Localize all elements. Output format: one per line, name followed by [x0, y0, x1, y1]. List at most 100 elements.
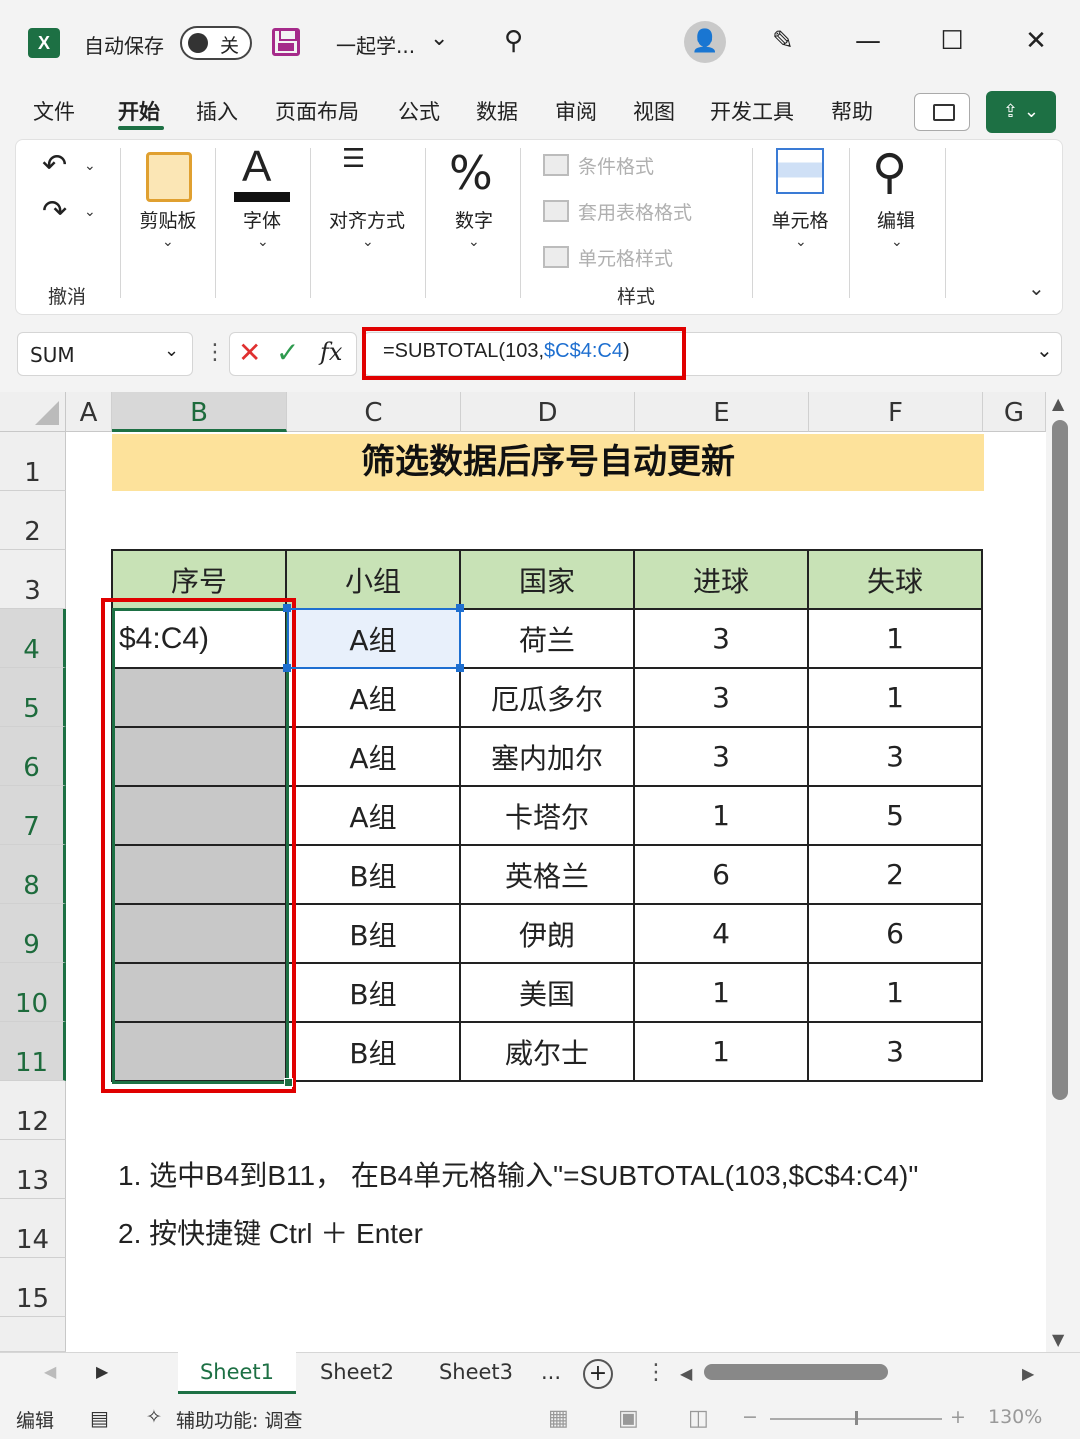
chevron-down-icon[interactable]: ⌄ — [257, 234, 269, 250]
table-cell[interactable]: 威尔士 — [459, 1021, 635, 1082]
conditional-format-button[interactable]: 条件格式 — [578, 152, 654, 179]
prev-sheet-icon[interactable]: ◀ — [44, 1362, 56, 1381]
row-header[interactable]: 7 — [0, 786, 66, 845]
table-cell[interactable]: B组 — [285, 962, 461, 1023]
chevron-down-icon[interactable]: ⌄ — [468, 234, 480, 250]
tab-page-layout[interactable]: 页面布局 — [275, 96, 359, 126]
font-icon[interactable]: A — [242, 142, 271, 192]
chevron-down-icon[interactable]: ⌄ — [362, 234, 374, 250]
edit-button[interactable]: 编辑 — [868, 206, 924, 233]
row-header[interactable]: 3 — [0, 550, 66, 609]
table-cell[interactable]: 卡塔尔 — [459, 785, 635, 846]
table-cell[interactable]: 3 — [633, 667, 809, 728]
table-cell[interactable]: 1 — [633, 1021, 809, 1082]
sheet-tab-sheet1[interactable]: Sheet1 — [178, 1352, 296, 1394]
align-button[interactable]: 对齐方式 — [322, 206, 412, 233]
table-cell[interactable]: 荷兰 — [459, 608, 635, 669]
column-header-c[interactable]: C — [287, 392, 461, 432]
reference-handle[interactable] — [456, 664, 464, 672]
accessibility-status[interactable]: 辅助功能: 调查 — [176, 1406, 302, 1433]
row-header[interactable]: 1 — [0, 432, 66, 491]
chevron-down-icon[interactable]: ⌄ — [84, 158, 96, 174]
save-icon[interactable] — [272, 28, 300, 56]
scroll-up-icon[interactable]: ▲ — [1052, 394, 1064, 413]
fill-handle[interactable] — [284, 1078, 293, 1087]
filename[interactable]: 一起学... — [336, 30, 415, 59]
tab-developer[interactable]: 开发工具 — [710, 96, 794, 126]
table-cell[interactable]: B组 — [285, 844, 461, 905]
table-cell[interactable]: 伊朗 — [459, 903, 635, 964]
pen-icon[interactable]: ✎ — [772, 26, 794, 56]
cancel-icon[interactable]: ✕ — [238, 336, 261, 369]
table-cell[interactable]: A组 — [285, 667, 461, 728]
zoom-in-icon[interactable]: + — [950, 1406, 966, 1428]
row-header[interactable]: 6 — [0, 727, 66, 786]
scroll-right-icon[interactable]: ▶ — [1022, 1364, 1034, 1383]
ribbon-collapse-icon[interactable]: ⌄ — [1028, 276, 1045, 300]
normal-view-icon[interactable]: ▦ — [548, 1406, 569, 1431]
align-icon[interactable]: ☰ — [342, 146, 390, 172]
number-button[interactable]: 数字 — [446, 206, 502, 233]
close-icon[interactable]: ✕ — [1016, 26, 1056, 56]
autosave-toggle[interactable]: 关 — [180, 26, 252, 60]
tab-insert[interactable]: 插入 — [196, 96, 238, 126]
more-icon[interactable]: ⋮ — [204, 340, 226, 365]
reference-handle[interactable] — [283, 664, 291, 672]
edit-search-icon[interactable]: ⚲ — [872, 144, 907, 200]
table-cell[interactable]: 1 — [633, 962, 809, 1023]
search-icon[interactable]: ⚲ — [504, 26, 523, 56]
function-icon[interactable]: fx — [320, 338, 342, 366]
page-layout-icon[interactable]: ▣ — [618, 1406, 639, 1431]
chevron-down-icon[interactable]: ⌄ — [891, 234, 903, 250]
percent-icon[interactable]: % — [449, 146, 493, 200]
chevron-down-icon[interactable]: ⌄ — [430, 26, 448, 51]
row-header[interactable]: 10 — [0, 963, 66, 1022]
table-cell[interactable]: 1 — [807, 667, 983, 728]
scroll-left-icon[interactable]: ◀ — [680, 1364, 692, 1383]
accessibility-icon[interactable]: ✧ — [146, 1406, 162, 1428]
clipboard-button[interactable]: 剪贴板 — [132, 206, 204, 233]
table-cell[interactable]: 厄瓜多尔 — [459, 667, 635, 728]
tab-file[interactable]: 文件 — [33, 96, 75, 126]
row-header[interactable]: 12 — [0, 1081, 66, 1140]
cells-icon[interactable] — [776, 148, 824, 194]
undo-icon[interactable]: ↶ — [42, 148, 67, 183]
table-cell[interactable]: A组 — [285, 785, 461, 846]
table-cell[interactable]: B组 — [285, 1021, 461, 1082]
tab-review[interactable]: 审阅 — [555, 96, 597, 126]
table-cell[interactable]: 1 — [807, 608, 983, 669]
cell-style-button[interactable]: 单元格样式 — [578, 244, 673, 271]
table-cell[interactable]: 6 — [633, 844, 809, 905]
share-button[interactable]: ⇪ ⌄ — [986, 91, 1056, 133]
table-cell[interactable]: 3 — [633, 608, 809, 669]
column-header-e[interactable]: E — [635, 392, 809, 432]
row-header[interactable]: 11 — [0, 1022, 66, 1081]
chevron-down-icon[interactable]: ⌄ — [162, 234, 174, 250]
column-header-g[interactable]: G — [983, 392, 1046, 432]
vertical-scroll-thumb[interactable] — [1052, 420, 1068, 1100]
table-cell[interactable]: 5 — [807, 785, 983, 846]
table-cell[interactable]: 2 — [807, 844, 983, 905]
more-sheets-button[interactable]: ... — [538, 1352, 564, 1394]
table-cell[interactable]: 塞内加尔 — [459, 726, 635, 787]
clipboard-icon[interactable] — [146, 152, 192, 202]
chevron-down-icon[interactable]: ⌄ — [84, 204, 96, 220]
tab-view[interactable]: 视图 — [633, 96, 675, 126]
row-header[interactable]: 14 — [0, 1199, 66, 1258]
row-header[interactable]: 15 — [0, 1258, 66, 1317]
horizontal-scroll-thumb[interactable] — [704, 1364, 888, 1380]
row-header[interactable]: 2 — [0, 491, 66, 550]
row-header[interactable]: 4 — [0, 609, 66, 668]
scroll-down-icon[interactable]: ▼ — [1052, 1330, 1064, 1349]
table-cell[interactable]: 美国 — [459, 962, 635, 1023]
redo-icon[interactable]: ↷ — [42, 194, 67, 229]
table-cell[interactable]: 1 — [633, 785, 809, 846]
table-cell[interactable]: 4 — [633, 903, 809, 964]
table-format-button[interactable]: 套用表格格式 — [578, 198, 692, 225]
expand-formula-icon[interactable]: ⌄ — [1036, 338, 1053, 362]
zoom-out-icon[interactable]: − — [742, 1406, 758, 1428]
add-sheet-icon[interactable]: + — [583, 1359, 613, 1389]
sheet-tab-sheet2[interactable]: Sheet2 — [298, 1352, 416, 1394]
cells-button[interactable]: 单元格 — [764, 206, 836, 233]
user-icon[interactable]: 👤 — [684, 21, 726, 63]
